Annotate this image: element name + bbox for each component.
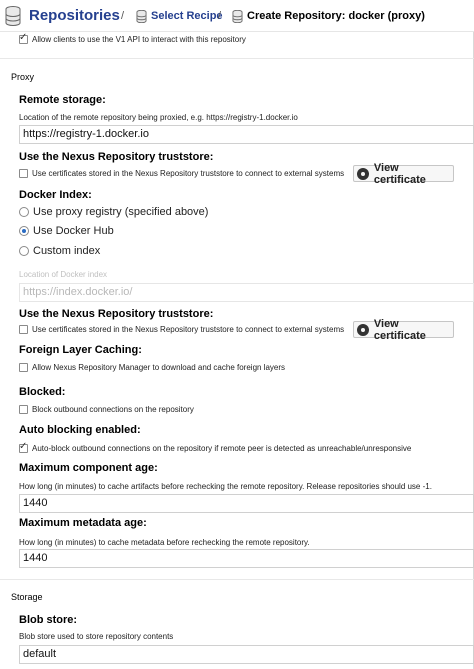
max-metadata-age-label: Maximum metadata age: — [19, 517, 147, 529]
view-certificate-button[interactable]: View certificate — [353, 162, 454, 186]
v1-api-row[interactable]: Allow clients to use the V1 API to inter… — [19, 32, 246, 44]
breadcrumb: Repositories / Select Recipe / Create Re… — [0, 0, 474, 32]
truststore-checkbox[interactable] — [19, 169, 28, 178]
breadcrumb-separator: / — [121, 10, 125, 22]
blocked-row[interactable]: Block outbound connections on the reposi… — [19, 405, 194, 414]
radio-label: Custom index — [33, 245, 101, 257]
blob-store-label: Blob store: — [19, 614, 78, 626]
view-certificate-label: View certificate — [373, 161, 426, 186]
blocked-label: Blocked: — [19, 386, 66, 398]
gear-icon — [357, 167, 369, 180]
v1-api-checkbox[interactable] — [19, 32, 28, 44]
docker-index-location-label: Location of Docker index — [19, 270, 108, 279]
section-title-storage: Storage — [11, 592, 43, 602]
max-component-age-help: How long (in minutes) to cache artifacts… — [19, 482, 432, 491]
remote-storage-help: Location of the remote repository being … — [19, 113, 298, 122]
database-icon — [232, 10, 243, 23]
max-metadata-age-input[interactable]: 1440 — [19, 549, 474, 568]
foreign-layer-label: Foreign Layer Caching: — [19, 344, 142, 356]
docker-index-location-input: https://index.docker.io/ — [19, 283, 474, 302]
truststore-label: Use the Nexus Repository truststore: — [19, 151, 214, 163]
repository-form: Allow clients to use the V1 API to inter… — [0, 32, 474, 669]
max-metadata-age-help: How long (in minutes) to cache metadata … — [19, 538, 310, 547]
truststore-label: Use the Nexus Repository truststore: — [19, 308, 214, 320]
radio-custom-index[interactable]: Custom index — [19, 245, 100, 257]
auto-blocking-checkbox-label: Auto-block outbound connections on the r… — [32, 444, 412, 453]
section-title-proxy: Proxy — [11, 72, 35, 82]
view-certificate-label: View certificate — [373, 317, 426, 342]
foreign-layer-checkbox[interactable] — [19, 363, 28, 372]
max-component-age-label: Maximum component age: — [19, 462, 158, 474]
truststore-row[interactable]: Use certificates stored in the Nexus Rep… — [19, 169, 344, 178]
v1-api-label: Allow clients to use the V1 API to inter… — [32, 35, 246, 44]
radio-docker-hub[interactable]: Use Docker Hub — [19, 225, 114, 237]
breadcrumb-separator: / — [218, 10, 222, 22]
docker-index-label: Docker Index: — [19, 189, 92, 201]
radio-button[interactable] — [19, 226, 29, 236]
radio-button[interactable] — [19, 246, 29, 256]
blob-store-help: Blob store used to store repository cont… — [19, 632, 174, 641]
database-icon — [5, 6, 21, 26]
truststore-checkbox[interactable] — [19, 325, 28, 334]
blob-store-select[interactable]: default — [19, 645, 474, 664]
radio-button[interactable] — [19, 207, 29, 217]
breadcrumb-current: Create Repository: docker (proxy) — [247, 10, 425, 22]
radio-label: Use Docker Hub — [33, 225, 114, 237]
blocked-checkbox-label: Block outbound connections on the reposi… — [32, 405, 194, 414]
section-divider — [0, 58, 474, 59]
database-icon — [136, 10, 147, 23]
foreign-layer-row[interactable]: Allow Nexus Repository Manager to downlo… — [19, 363, 285, 372]
truststore-row[interactable]: Use certificates stored in the Nexus Rep… — [19, 325, 344, 334]
max-component-age-input[interactable]: 1440 — [19, 494, 474, 513]
truststore-checkbox-label: Use certificates stored in the Nexus Rep… — [32, 325, 345, 334]
foreign-layer-checkbox-label: Allow Nexus Repository Manager to downlo… — [32, 363, 286, 372]
remote-storage-label: Remote storage: — [19, 94, 106, 106]
section-divider — [0, 579, 474, 580]
breadcrumb-select-recipe[interactable]: Select Recipe — [151, 10, 223, 22]
radio-proxy-registry[interactable]: Use proxy registry (specified above) — [19, 206, 208, 218]
breadcrumb-repositories[interactable]: Repositories — [29, 7, 120, 24]
auto-blocking-label: Auto blocking enabled: — [19, 424, 141, 436]
gear-icon — [357, 323, 369, 336]
blocked-checkbox[interactable] — [19, 405, 28, 414]
truststore-checkbox-label: Use certificates stored in the Nexus Rep… — [32, 169, 345, 178]
remote-storage-input[interactable]: https://registry-1.docker.io — [19, 125, 474, 144]
auto-blocking-row[interactable]: Auto-block outbound connections on the r… — [19, 441, 412, 453]
radio-label: Use proxy registry (specified above) — [33, 206, 209, 218]
auto-blocking-checkbox[interactable] — [19, 441, 28, 453]
view-certificate-button[interactable]: View certificate — [353, 318, 454, 342]
